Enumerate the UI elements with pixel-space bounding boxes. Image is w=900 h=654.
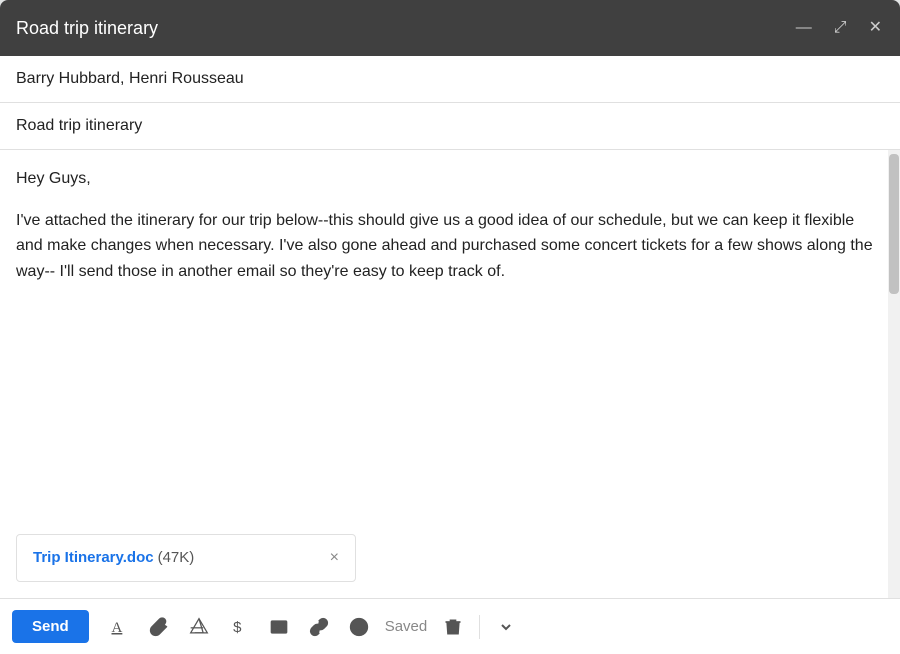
attachment-remove-button[interactable]: × — [330, 545, 339, 571]
send-button[interactable]: Send — [12, 610, 89, 643]
saved-label: Saved — [381, 618, 432, 635]
attachment-name[interactable]: Trip Itinerary.doc — [33, 549, 154, 566]
title-bar: Road trip itinerary — ⤢ ✕ — [0, 0, 900, 56]
delete-icon[interactable] — [435, 609, 471, 645]
minimize-button[interactable]: — — [794, 18, 814, 38]
body-text: Hey Guys, I've attached the itinerary fo… — [16, 166, 884, 522]
attachment-size: (47K) — [158, 549, 195, 566]
attach-file-icon[interactable] — [141, 609, 177, 645]
insert-money-icon[interactable]: $ — [221, 609, 257, 645]
body-area[interactable]: Hey Guys, I've attached the itinerary fo… — [0, 150, 900, 598]
window-title: Road trip itinerary — [16, 18, 158, 39]
to-field[interactable]: Barry Hubbard, Henri Rousseau — [0, 56, 900, 103]
toolbar: Send A $ — [0, 598, 900, 654]
svg-text:A: A — [111, 620, 122, 636]
attachment-row: Trip Itinerary.doc(47K) × — [16, 534, 356, 582]
toolbar-divider — [479, 615, 480, 639]
insert-emoji-icon[interactable] — [341, 609, 377, 645]
scrollbar[interactable] — [888, 150, 900, 598]
to-value: Barry Hubbard, Henri Rousseau — [16, 70, 244, 87]
subject-value: Road trip itinerary — [16, 117, 142, 134]
google-drive-icon[interactable] — [181, 609, 217, 645]
body-paragraph: I've attached the itinerary for our trip… — [16, 208, 884, 285]
insert-link-icon[interactable] — [301, 609, 337, 645]
insert-photo-icon[interactable] — [261, 609, 297, 645]
title-bar-controls: — ⤢ ✕ — [794, 18, 884, 38]
compose-window: Road trip itinerary — ⤢ ✕ Barry Hubbard,… — [0, 0, 900, 654]
format-text-icon[interactable]: A — [101, 609, 137, 645]
more-options-icon[interactable] — [488, 609, 524, 645]
subject-field[interactable]: Road trip itinerary — [0, 103, 900, 150]
scrollbar-thumb — [889, 154, 899, 294]
close-button[interactable]: ✕ — [867, 18, 884, 38]
maximize-button[interactable]: ⤢ — [832, 18, 849, 38]
svg-text:$: $ — [233, 619, 242, 636]
body-greeting: Hey Guys, — [16, 166, 884, 192]
